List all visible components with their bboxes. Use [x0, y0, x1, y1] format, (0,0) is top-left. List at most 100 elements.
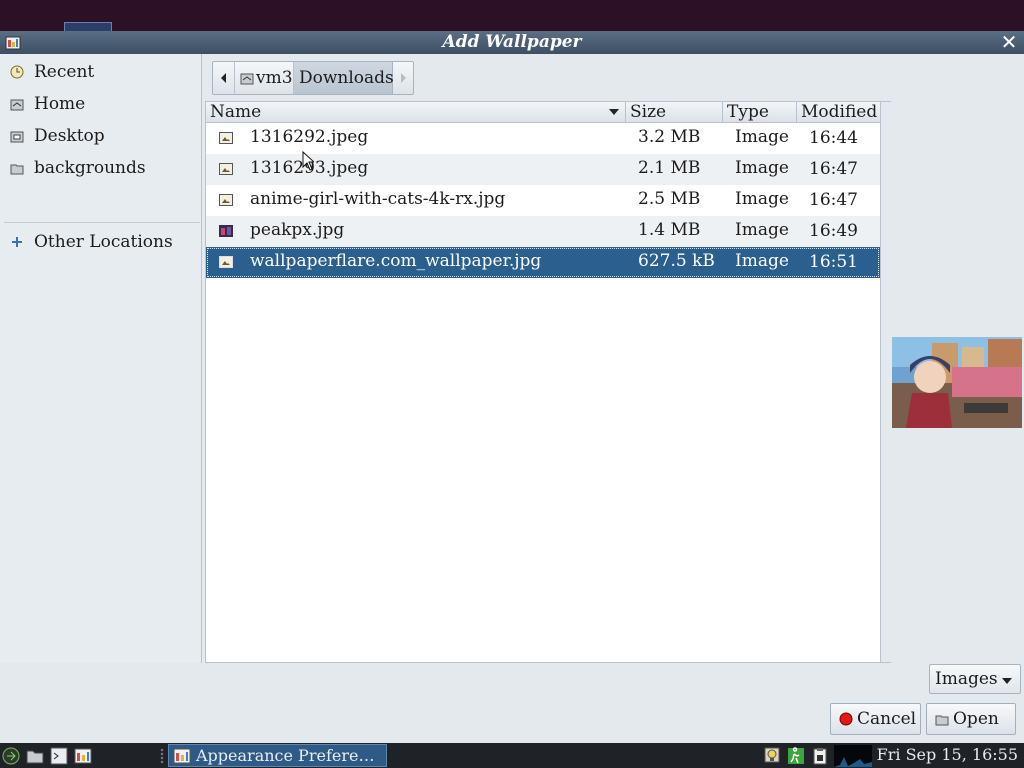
column-header-size[interactable]: Size	[626, 102, 723, 123]
file-modified: 16:49	[809, 221, 858, 241]
home-icon	[10, 97, 24, 111]
terminal-icon	[50, 747, 68, 765]
appearance-app-icon	[74, 748, 92, 764]
appearance-app-icon	[173, 748, 191, 763]
folder-icon	[10, 161, 24, 175]
file-row[interactable]: peakpx.jpg 1.4 MB Image 16:49	[206, 216, 880, 247]
file-modified: 16:47	[809, 159, 858, 179]
taskbar-window-label: Appearance Prefere…	[196, 746, 375, 765]
file-type: Image	[735, 220, 789, 240]
sidebar-item-label: backgrounds	[34, 158, 146, 178]
cancel-icon	[839, 712, 853, 726]
title-bar[interactable]: Add Wallpaper ✕	[0, 31, 1024, 54]
dialog-title: Add Wallpaper	[442, 32, 582, 52]
sidebar-item-home[interactable]: Home	[0, 89, 201, 119]
file-type: Image	[735, 189, 789, 209]
close-icon[interactable]: ✕	[1000, 32, 1018, 52]
column-header-label: Name	[210, 102, 262, 122]
appearance-launcher[interactable]	[73, 746, 93, 766]
cancel-button-label: Cancel	[857, 709, 917, 729]
chevron-down-icon	[1002, 678, 1012, 684]
file-name: peakpx.jpg	[250, 220, 345, 240]
file-size: 3.2 MB	[638, 127, 701, 147]
mouse-cursor-icon	[302, 151, 314, 171]
column-header-type[interactable]: Type	[723, 102, 797, 123]
cpu-monitor-graph	[834, 745, 872, 767]
sidebar-item-label: Desktop	[34, 126, 105, 146]
open-button-label: Open	[953, 709, 999, 729]
file-type: Image	[735, 127, 789, 147]
light-bulb-icon	[764, 747, 780, 763]
file-list-header: Name Size Type Modified	[206, 102, 880, 123]
image-file-icon	[219, 256, 233, 268]
taskbar-window-button[interactable]: Appearance Prefere…	[168, 744, 387, 767]
terminal-launcher[interactable]	[49, 746, 69, 766]
path-button-label: Downloads	[299, 68, 394, 88]
places-sidebar: Recent Home Desktop backgrounds Other Lo…	[0, 54, 202, 663]
chevron-left-icon	[220, 73, 226, 83]
file-type: Image	[735, 251, 789, 271]
cancel-button[interactable]: Cancel	[830, 703, 921, 735]
plus-icon	[10, 235, 24, 249]
file-size: 627.5 kB	[638, 251, 715, 271]
power-menu-icon	[2, 747, 20, 765]
file-list: Name Size Type Modified 1316292.jpeg 3.2…	[205, 101, 881, 663]
path-button-downloads[interactable]: Downloads	[294, 62, 394, 94]
path-bar: vm3 Downloads	[212, 61, 414, 95]
sidebar-item-other-locations[interactable]: Other Locations	[0, 227, 201, 257]
menu-launcher[interactable]	[1, 746, 21, 766]
path-button-label: vm3	[256, 68, 293, 88]
path-button-home[interactable]: vm3	[235, 62, 294, 94]
sidebar-divider	[4, 222, 200, 223]
image-thumbnail-icon	[219, 225, 233, 237]
file-name: wallpaperflare.com_wallpaper.jpg	[250, 251, 542, 271]
image-preview	[892, 337, 1022, 428]
file-modified: 16:47	[809, 190, 858, 210]
column-header-modified[interactable]: Modified	[797, 102, 880, 123]
file-type: Image	[735, 158, 789, 178]
file-manager-launcher[interactable]	[25, 746, 45, 766]
add-wallpaper-dialog: Add Wallpaper ✕ Recent Home Desktop back…	[0, 31, 1024, 743]
file-row[interactable]: anime-girl-with-cats-4k-rx.jpg 2.5 MB Im…	[206, 185, 880, 216]
tray-logout[interactable]	[786, 746, 806, 766]
cpu-graph-icon	[834, 757, 872, 767]
file-list-scrollbar[interactable]	[881, 101, 891, 663]
tray-clipboard[interactable]	[810, 746, 830, 766]
file-size: 2.1 MB	[638, 158, 701, 178]
sidebar-item-label: Other Locations	[34, 232, 173, 252]
chevron-right-icon	[401, 73, 406, 83]
file-size: 2.5 MB	[638, 189, 701, 209]
sidebar-item-label: Recent	[34, 62, 95, 82]
file-row[interactable]: 1316292.jpeg 3.2 MB Image 16:44	[206, 123, 880, 154]
sort-descending-icon	[609, 109, 619, 115]
exit-icon	[788, 747, 804, 764]
file-name: 1316292.jpeg	[250, 127, 369, 147]
tray-update-notifier[interactable]	[762, 746, 782, 766]
path-scroll-right-button[interactable]	[393, 62, 413, 94]
column-header-name[interactable]: Name	[206, 102, 626, 123]
open-button[interactable]: Open	[926, 703, 1016, 735]
wallpaper-preview-image	[892, 337, 1022, 428]
recent-icon	[10, 65, 24, 79]
column-header-label: Modified	[801, 102, 878, 122]
clipboard-icon	[813, 748, 827, 765]
sidebar-item-recent[interactable]: Recent	[0, 57, 201, 87]
taskbar-clock[interactable]: Fri Sep 15, 16:55	[877, 745, 1018, 764]
file-row-selected[interactable]: wallpaperflare.com_wallpaper.jpg 627.5 k…	[206, 247, 880, 278]
path-scroll-left-button[interactable]	[213, 62, 235, 94]
desktop-background	[0, 0, 1024, 32]
home-icon	[240, 73, 254, 85]
taskbar-separator	[160, 748, 164, 764]
sidebar-item-desktop[interactable]: Desktop	[0, 121, 201, 151]
file-name: anime-girl-with-cats-4k-rx.jpg	[250, 189, 506, 209]
column-header-label: Type	[727, 102, 769, 122]
file-type-filter-dropdown[interactable]: Images	[929, 664, 1021, 694]
image-file-icon	[219, 163, 233, 175]
folder-open-icon	[935, 712, 949, 726]
file-modified: 16:44	[809, 128, 858, 148]
image-file-icon	[219, 194, 233, 206]
sidebar-item-backgrounds[interactable]: backgrounds	[0, 153, 201, 183]
column-header-label: Size	[630, 102, 667, 122]
image-file-icon	[219, 132, 233, 144]
sidebar-item-label: Home	[34, 94, 86, 114]
